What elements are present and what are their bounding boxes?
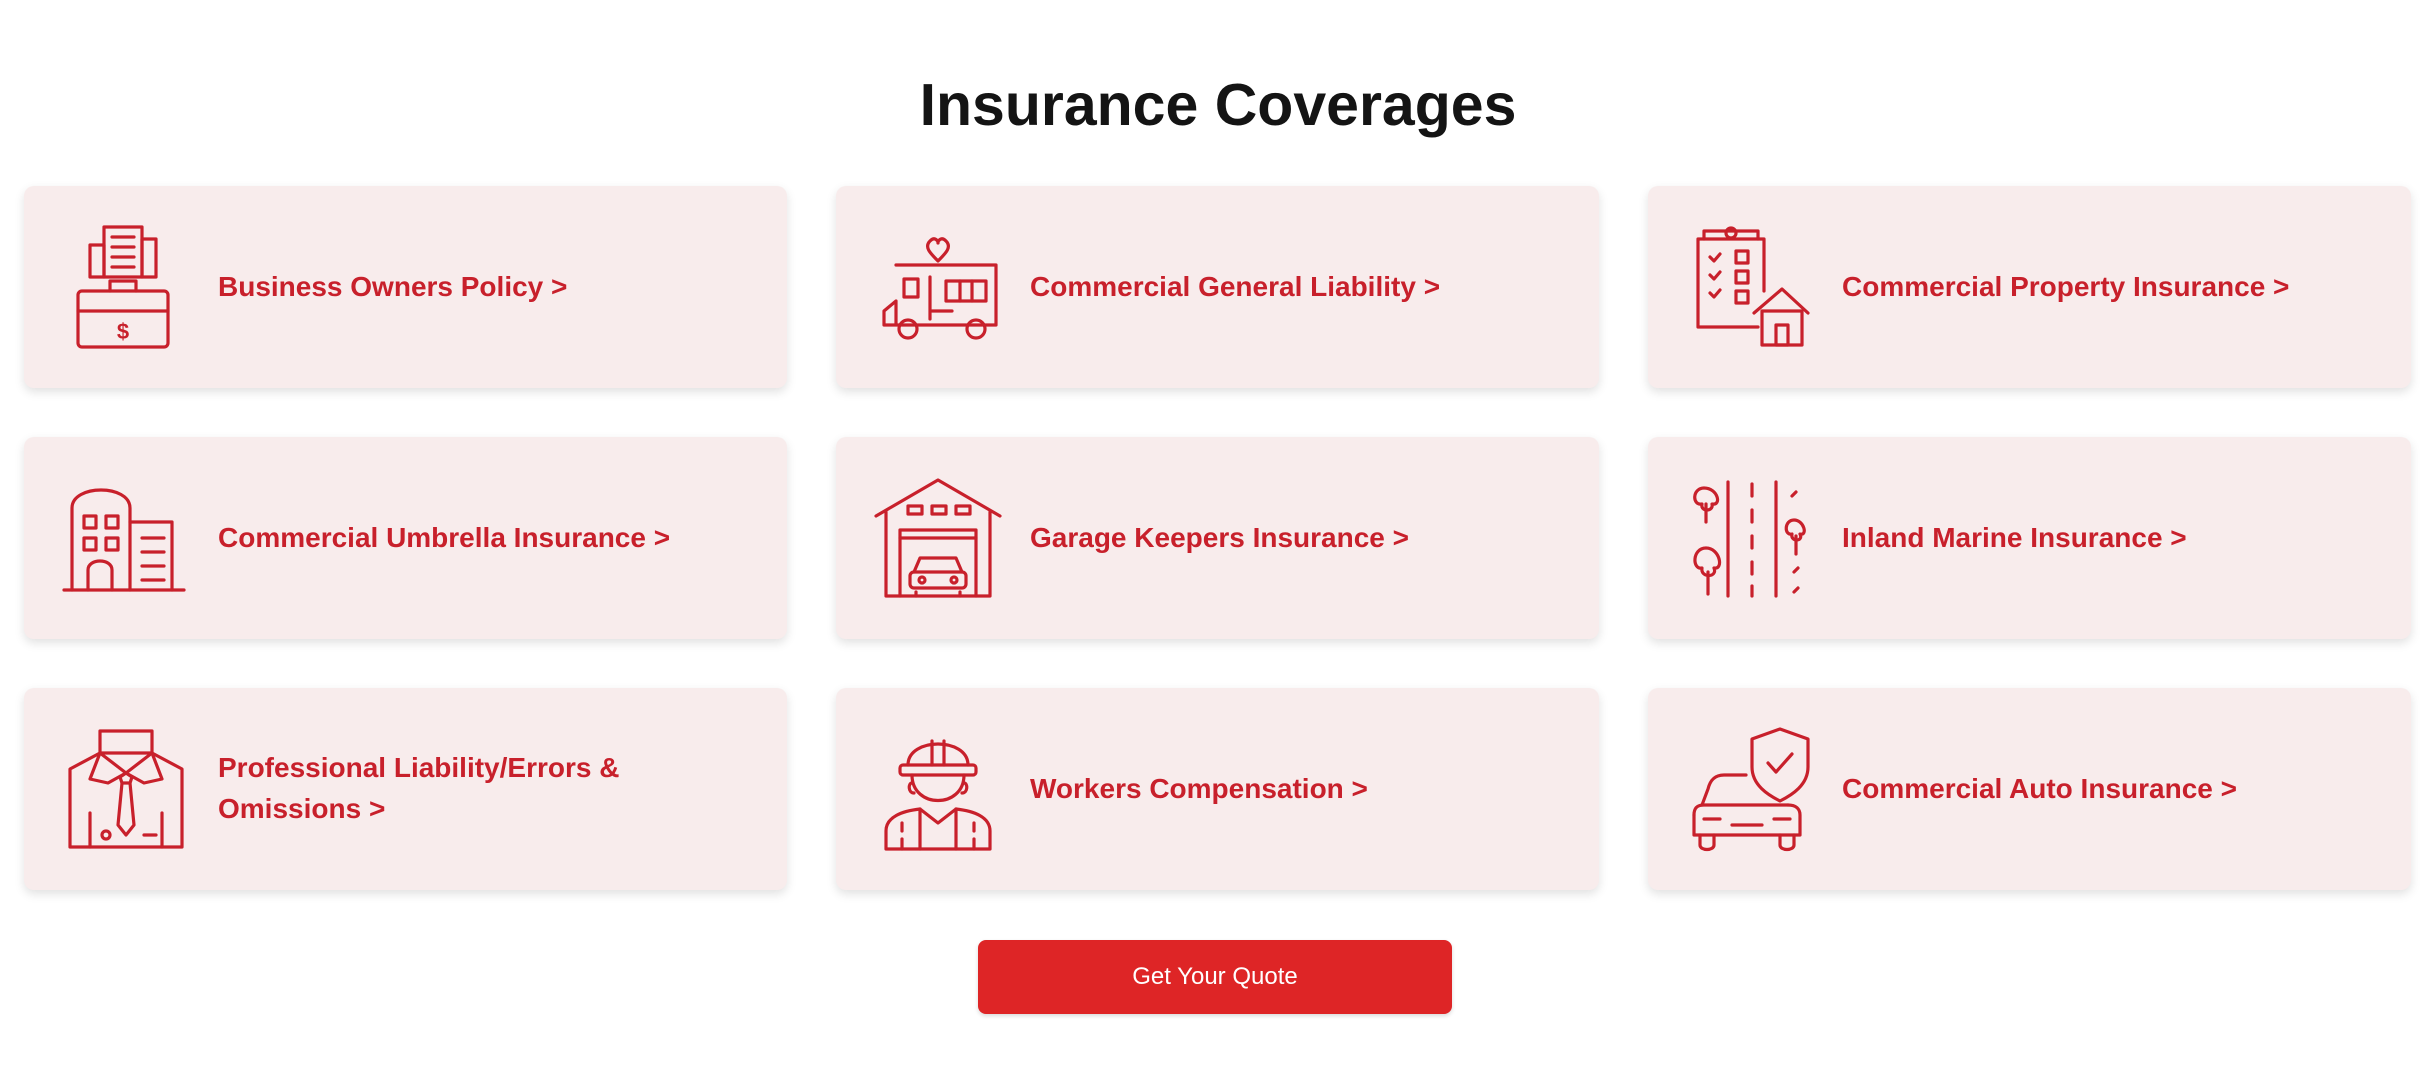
- coverage-card-professional-liability[interactable]: Professional Liability/Errors & Omission…: [24, 688, 787, 890]
- coverage-card-inland-marine-insurance[interactable]: Inland Marine Insurance >: [1648, 437, 2411, 639]
- svg-text:$: $: [117, 319, 129, 344]
- food-truck-icon: [872, 221, 1004, 353]
- office-building-icon: [60, 472, 192, 604]
- briefcase-buildings-icon: $: [60, 221, 192, 353]
- coverage-card-garage-keepers-insurance[interactable]: Garage Keepers Insurance >: [836, 437, 1599, 639]
- coverage-card-business-owners-policy[interactable]: $ Business Owners Policy >: [24, 186, 787, 388]
- car-shield-icon: [1684, 723, 1816, 855]
- coverage-label: Commercial General Liability >: [1030, 270, 1441, 302]
- coverage-card-commercial-property-insurance[interactable]: Commercial Property Insurance >: [1648, 186, 2411, 388]
- coverage-label: Commercial Property Insurance >: [1842, 270, 2290, 302]
- coverage-grid: $ Business Owners Policy > Commercial Ge…: [24, 186, 2412, 890]
- page-title: Insurance Coverages: [919, 72, 1517, 138]
- coverage-label: Workers Compensation >: [1030, 772, 1368, 804]
- coverage-label: Garage Keepers Insurance >: [1030, 521, 1409, 553]
- coverage-card-commercial-umbrella-insurance[interactable]: Commercial Umbrella Insurance >: [24, 437, 787, 639]
- coverage-label: Commercial Auto Insurance >: [1842, 772, 2237, 804]
- garage-car-icon: [872, 472, 1004, 604]
- checklist-house-icon: [1684, 221, 1816, 353]
- coverage-label: Inland Marine Insurance >: [1842, 521, 2187, 553]
- suit-tie-icon: [60, 723, 192, 855]
- page: Insurance Coverages $ Business Owners Po…: [0, 0, 2436, 1089]
- coverage-label: Business Owners Policy >: [218, 270, 568, 302]
- coverage-label: Commercial Umbrella Insurance >: [218, 521, 671, 553]
- coverage-card-workers-compensation[interactable]: Workers Compensation >: [836, 688, 1599, 890]
- road-trees-icon: [1684, 472, 1816, 604]
- construction-worker-icon: [872, 723, 1004, 855]
- coverage-label: Professional Liability/Errors & Omission…: [218, 752, 620, 824]
- coverage-card-commercial-auto-insurance[interactable]: Commercial Auto Insurance >: [1648, 688, 2411, 890]
- get-quote-button[interactable]: Get Your Quote: [978, 940, 1452, 1014]
- coverage-card-commercial-general-liability[interactable]: Commercial General Liability >: [836, 186, 1599, 388]
